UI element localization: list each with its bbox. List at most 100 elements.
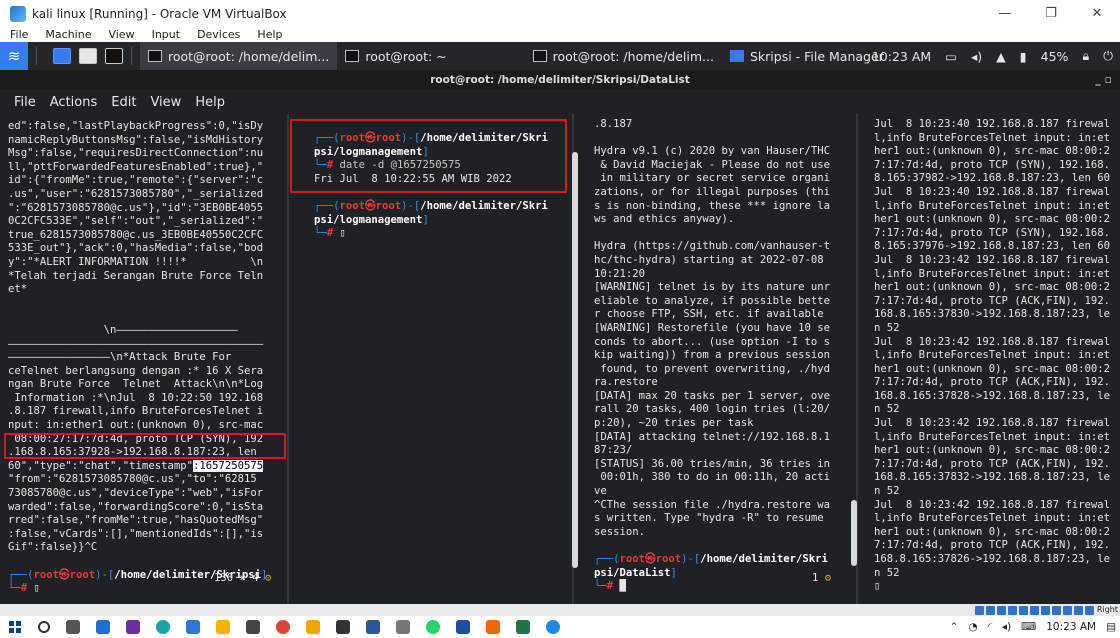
optical-icon[interactable] <box>986 605 995 615</box>
timestamp-highlight: :1657250575 <box>192 459 264 472</box>
restore-icon[interactable]: ❐ <box>1028 0 1074 27</box>
app-icon[interactable] <box>486 620 500 634</box>
gear-icon[interactable]: ⚙ <box>265 572 271 584</box>
terminal-icon <box>148 50 162 62</box>
workspace-icon[interactable] <box>53 48 71 64</box>
kali-tray: 10:23 AM ▭ ◂) ▲ ▮ 45% 🔒︎ ⏻ <box>865 42 1120 70</box>
chevron-up-icon[interactable]: ⌃ <box>950 621 959 633</box>
panel-separator <box>36 47 37 65</box>
menu-file[interactable]: File <box>0 28 35 41</box>
screen-icon[interactable]: ▭ <box>945 49 957 64</box>
task-view-icon[interactable] <box>66 620 80 634</box>
mouse-integration-icon[interactable] <box>1074 605 1083 615</box>
menu-machine[interactable]: Machine <box>35 28 98 41</box>
edge-icon[interactable] <box>156 620 170 634</box>
menu-view[interactable]: View <box>98 28 141 41</box>
virtualbox-icon[interactable] <box>546 620 560 634</box>
term-menu-actions[interactable]: Actions <box>50 95 98 110</box>
pane3-scrollbar[interactable] <box>851 500 857 566</box>
task-terminal-3[interactable]: root@root: /home/delim... <box>525 42 722 70</box>
terminal-pane-whatsapp-log[interactable]: ed":false,"lastPlaybackProgress":0,"isDy… <box>0 114 286 604</box>
volume-icon[interactable]: ◂) <box>1002 621 1011 633</box>
gear-icon[interactable]: ⚙ <box>825 572 831 584</box>
pane1-text-bottom: "from":"6281573085780@c.us","to":"62815 … <box>8 473 264 554</box>
app-icon[interactable] <box>306 620 320 634</box>
pane3-counter: 1 ⚙ <box>812 572 832 584</box>
host-key-label: Right <box>1096 605 1118 614</box>
volume-icon[interactable]: ◂) <box>971 49 982 64</box>
chrome-icon[interactable] <box>276 620 290 634</box>
lock-icon[interactable]: 🔒︎ <box>1082 48 1089 64</box>
word-icon[interactable] <box>366 620 380 634</box>
term-menu-file[interactable]: File <box>14 95 36 110</box>
hdd-icon[interactable] <box>975 605 984 615</box>
file-explorer-icon[interactable] <box>216 620 230 634</box>
firewall-log: Jul 8 10:23:40 192.168.8.187 firewal l,i… <box>874 118 1110 579</box>
app-icon[interactable] <box>186 620 200 634</box>
task-terminal-1[interactable]: root@root: /home/delim... <box>140 42 338 70</box>
app-icon[interactable] <box>396 620 410 634</box>
term-menu-edit[interactable]: Edit <box>111 95 136 110</box>
search-icon[interactable] <box>38 621 50 633</box>
cursor: ▯ <box>339 227 346 240</box>
usb-icon[interactable] <box>1019 605 1028 615</box>
pane1-size-counter: 130 × 4 ⚙ <box>214 572 272 584</box>
terminal-icon <box>345 50 360 62</box>
menu-input[interactable]: Input <box>142 28 187 41</box>
menu-devices[interactable]: Devices <box>187 28 247 41</box>
command-prompt-icon[interactable] <box>336 620 350 634</box>
notifications-icon[interactable]: ▤ <box>1106 621 1116 633</box>
kali-menu-icon[interactable]: ≋ <box>0 42 28 70</box>
vbox-menu-bar: File Machine View Input Devices Help <box>0 27 1120 42</box>
vbox-status-icons <box>973 604 1094 616</box>
term-menu-help[interactable]: Help <box>195 95 225 110</box>
panel-separator <box>131 47 132 65</box>
window-controls: — ❐ ✕ <box>982 0 1120 27</box>
terminal-pane-firewall-log[interactable]: Jul 8 10:23:40 192.168.8.187 firewal l,i… <box>868 114 1120 604</box>
panel-clock[interactable]: 10:23 AM <box>872 49 931 64</box>
annotation-date-command-box <box>290 119 567 193</box>
audio-icon[interactable] <box>997 605 1006 615</box>
terminal-window-controls[interactable]: _ ▫ <box>1095 70 1112 90</box>
windows-tray: ⌃ ◔ ◜ ◂) ⌨ 10:23 AM ▤ <box>940 616 1116 638</box>
xd-app-icon[interactable] <box>126 620 140 634</box>
windows-logo-icon <box>9 621 21 633</box>
menu-help[interactable]: Help <box>247 28 289 41</box>
windows-clock[interactable]: 10:23 AM <box>1046 621 1096 633</box>
keyboard-icon[interactable]: ⌨ <box>1021 621 1036 633</box>
pane-divider[interactable] <box>287 114 289 604</box>
pane1-text-top: ed":false,"lastPlaybackProgress":0,"isDy… <box>8 120 264 459</box>
power-icon[interactable]: ⏻ <box>1103 48 1113 64</box>
keyboard-icon[interactable] <box>1085 605 1094 615</box>
minimize-icon[interactable]: — <box>982 0 1028 27</box>
battery-percent: 45% <box>1040 48 1069 64</box>
close-icon[interactable]: ✕ <box>1074 0 1120 27</box>
file-manager-launcher-icon[interactable] <box>79 48 97 64</box>
windows-taskbar: ⌃ ◔ ◜ ◂) ⌨ 10:23 AM ▤ <box>0 616 1120 638</box>
notification-bell-icon[interactable]: ▲ <box>996 49 1006 64</box>
network-icon[interactable]: ◔ <box>968 621 977 633</box>
battery-icon[interactable]: ▮ <box>1020 49 1027 64</box>
wifi-icon[interactable]: ◜ <box>988 621 992 633</box>
term-menu-view[interactable]: View <box>150 95 181 110</box>
mail-icon[interactable] <box>96 620 110 634</box>
network-icon[interactable] <box>1008 605 1017 615</box>
recording-icon[interactable] <box>1052 605 1061 615</box>
cpu-icon[interactable] <box>1063 605 1072 615</box>
app-icon[interactable] <box>456 620 470 634</box>
annotation-timestamp-box <box>4 433 286 459</box>
display-icon[interactable] <box>1041 605 1050 615</box>
excel-icon[interactable] <box>516 620 530 634</box>
shared-folder-icon[interactable] <box>1030 605 1039 615</box>
kali-top-panel: ≋ root@root: /home/delim... root@root: ~… <box>0 42 1120 70</box>
app-icon[interactable] <box>246 620 260 634</box>
task-terminal-2[interactable]: root@root: ~ <box>337 42 454 70</box>
cursor: █ <box>619 580 626 593</box>
terminal-launcher-icon[interactable] <box>105 48 123 64</box>
terminal-pane-hydra[interactable]: .8.187 Hydra v9.1 (c) 2020 by van Hauser… <box>578 114 854 604</box>
vbox-window-title: kali linux [Running] - Oracle VM Virtual… <box>32 6 287 21</box>
vbox-status-bar: Right <box>0 604 1120 616</box>
whatsapp-icon[interactable] <box>426 620 440 634</box>
terminal-icon <box>532 50 547 62</box>
windows-start-button[interactable] <box>0 621 30 633</box>
